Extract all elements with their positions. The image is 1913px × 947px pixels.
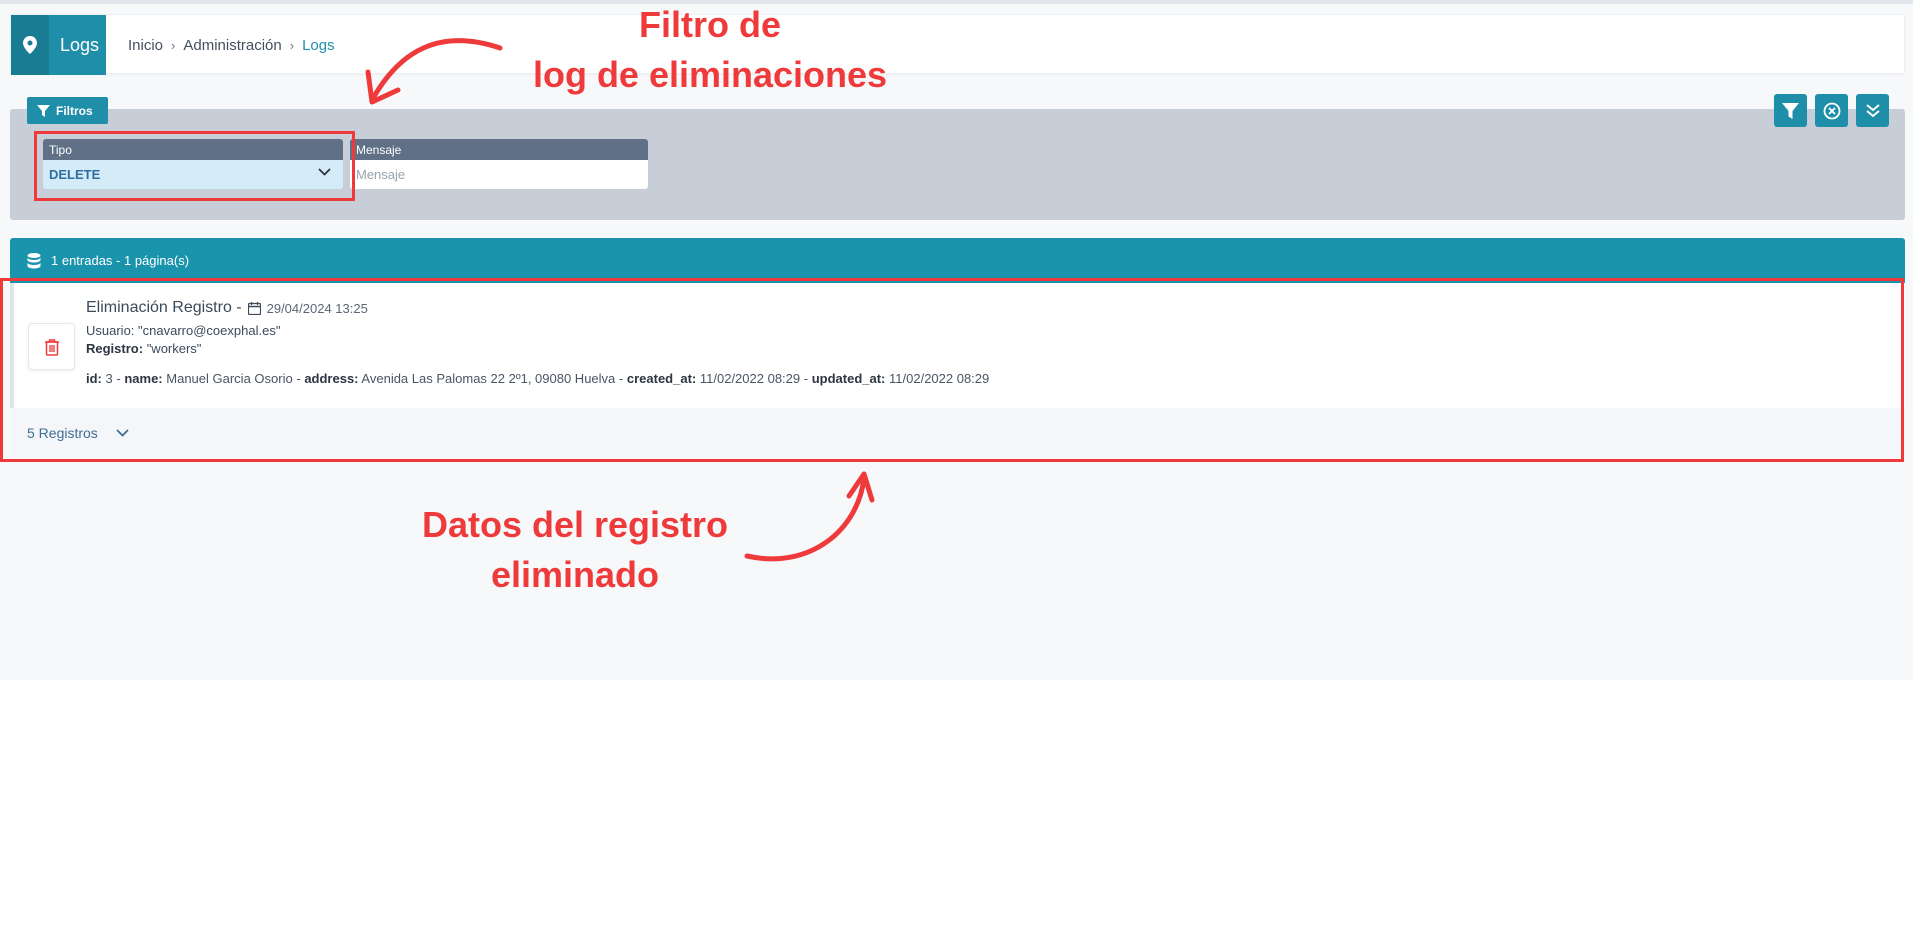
annotation-arrows	[365, 38, 875, 562]
arrow-to-entry	[744, 471, 875, 562]
arrow-to-filter	[365, 38, 503, 105]
app-root: Logs Inicio › Administración › Logs Filt…	[0, 0, 1913, 947]
